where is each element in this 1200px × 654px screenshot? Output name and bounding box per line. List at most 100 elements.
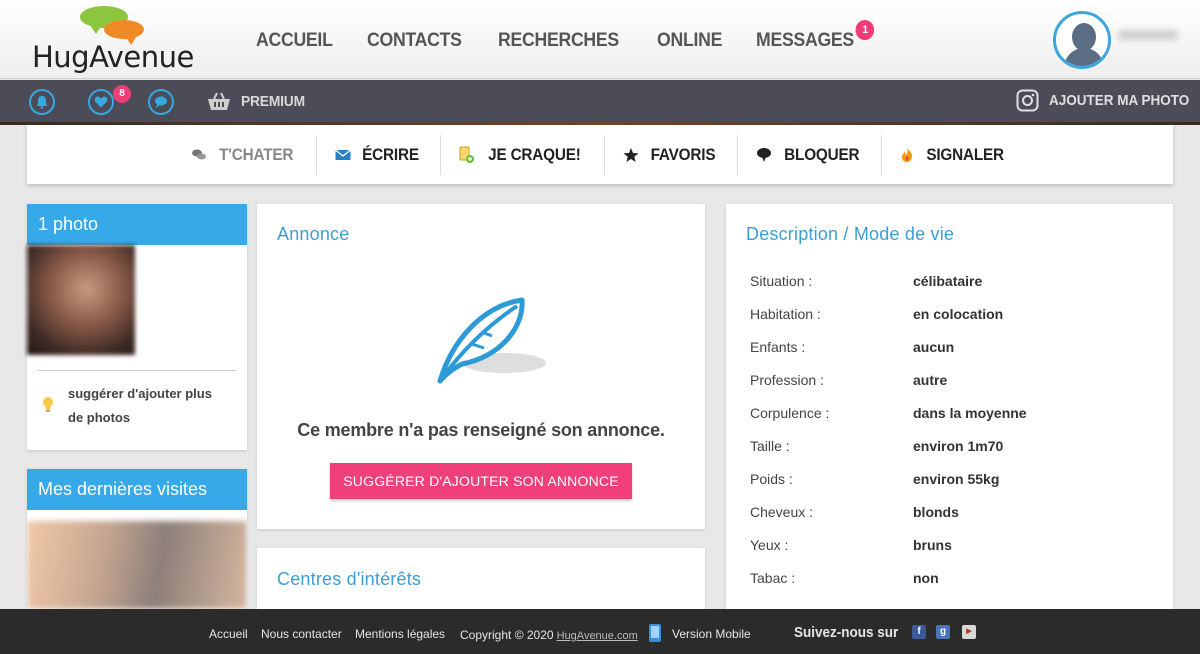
profile-photo-thumbnail[interactable] xyxy=(27,245,135,355)
attribute-value: en colocation xyxy=(913,306,1004,322)
block-icon xyxy=(756,147,771,162)
nav-accueil[interactable]: ACCUEIL xyxy=(256,30,333,52)
nav-recherches[interactable]: RECHERCHES xyxy=(498,30,619,52)
description-title: Description / Mode de vie xyxy=(746,224,955,244)
list-item: Profession : autre xyxy=(750,372,1027,405)
attribute-label: Profession : xyxy=(750,372,824,388)
footer: Accueil Nous contacter Mentions légales … xyxy=(0,609,1200,654)
premium-link[interactable]: PREMIUM xyxy=(207,91,310,111)
attribute-label: Situation : xyxy=(750,273,813,289)
list-item: Tabac : non xyxy=(750,570,1027,603)
mobile-phone-icon xyxy=(649,624,661,642)
write-action-label: ÉCRIRE xyxy=(361,144,419,164)
google-plus-icon[interactable]: g xyxy=(936,625,950,639)
fire-icon xyxy=(902,147,913,162)
recent-visits-title: Mes dernières visites xyxy=(27,469,247,510)
photos-title: 1 photo xyxy=(27,204,247,245)
list-item: Habitation : en colocation xyxy=(750,306,1027,339)
interests-card: Centres d'intérêts xyxy=(257,548,705,609)
list-item: Taille : environ 1m70 xyxy=(750,438,1027,471)
annonce-title: Annonce xyxy=(277,224,350,244)
photos-card: 1 photo suggérer d'ajouter plus de photo… xyxy=(27,204,247,450)
youtube-icon[interactable]: ▶ xyxy=(962,625,976,639)
suggest-annonce-button[interactable]: SUGGÉRER D'AJOUTER SON ANNONCE xyxy=(330,463,632,499)
attribute-label: Yeux : xyxy=(750,537,789,553)
add-photo-label: AJOUTER MA PHOTO xyxy=(1049,92,1190,109)
chat-action-button[interactable]: T'CHATER xyxy=(173,134,317,175)
heart-icon[interactable] xyxy=(88,89,114,115)
envelope-icon xyxy=(334,148,351,160)
attribute-value: autre xyxy=(913,372,948,388)
favorites-badge: 8 xyxy=(113,85,131,103)
recent-visit-thumbnail[interactable] xyxy=(27,521,247,609)
facebook-icon[interactable]: f xyxy=(912,625,926,639)
description-list: Situation : célibataire Habitation : en co… xyxy=(750,273,1027,603)
attribute-value: dans la moyenne xyxy=(913,405,1027,421)
avatar[interactable] xyxy=(1053,11,1111,69)
follow-us-label: Suivez-nous sur xyxy=(794,624,899,641)
footer-contact-link[interactable]: Nous contacter xyxy=(261,627,342,641)
recent-visits-card: Mes dernières visites xyxy=(27,469,247,609)
avatar-body-shape xyxy=(1064,48,1104,66)
list-item: Situation : célibataire xyxy=(750,273,1027,306)
crush-action-label: JE CRAQUE! xyxy=(488,144,581,164)
description-card: Description / Mode de vie Situation : cél… xyxy=(726,204,1173,609)
footer-mobile-link[interactable]: Version Mobile xyxy=(672,627,751,641)
annonce-empty-message: Ce membre n'a pas renseigné son annonce. xyxy=(297,420,665,440)
copyright-text: Copyright © 2020 xyxy=(460,628,554,642)
feather-icon xyxy=(437,297,546,384)
bell-icon[interactable] xyxy=(29,89,55,115)
attribute-label: Enfants : xyxy=(750,339,806,355)
top-header: HugAvenue ACCUEIL CONTACTS RECHERCHES ON… xyxy=(0,0,1200,79)
list-item: Enfants : aucun xyxy=(750,339,1027,372)
divider xyxy=(38,370,236,371)
star-icon xyxy=(623,147,639,162)
nav-online[interactable]: ONLINE xyxy=(657,30,722,52)
add-photo-link[interactable]: AJOUTER MA PHOTO xyxy=(1016,89,1200,112)
attribute-value: célibataire xyxy=(913,273,983,289)
attribute-value: environ 1m70 xyxy=(913,438,1004,454)
list-item: Cheveux : blonds xyxy=(750,504,1027,537)
profile-actions-bar: T'CHATER ÉCRIRE JE CRAQUE! FAVORIS BLOQU… xyxy=(27,125,1173,184)
attribute-label: Cheveux : xyxy=(750,504,814,520)
footer-home-link[interactable]: Accueil xyxy=(209,627,248,641)
nav-messages[interactable]: MESSAGES 1 xyxy=(756,20,875,52)
attribute-value: environ 55kg xyxy=(913,471,1000,487)
avatar-head-shape xyxy=(1072,23,1096,51)
crush-icon xyxy=(459,146,474,163)
logo-text: HugAvenue xyxy=(32,40,194,74)
nav-messages-label: MESSAGES xyxy=(756,30,855,51)
suggest-more-photos-link[interactable]: suggérer d'ajouter plus de photos xyxy=(68,382,228,430)
nav-contacts[interactable]: CONTACTS xyxy=(367,30,462,52)
attribute-label: Taille : xyxy=(750,438,790,454)
report-action-button[interactable]: SIGNALER xyxy=(882,135,1026,175)
footer-legal-link[interactable]: Mentions légales xyxy=(355,627,445,641)
interests-title: Centres d'intérêts xyxy=(277,569,422,589)
attribute-value: bruns xyxy=(913,537,952,553)
attribute-value: non xyxy=(913,570,939,586)
crush-action-button[interactable]: JE CRAQUE! xyxy=(441,134,605,175)
annonce-card: Annonce Ce membre n'a pas renseigné son … xyxy=(257,204,705,529)
attribute-label: Poids : xyxy=(750,471,793,487)
attribute-label: Habitation : xyxy=(750,306,821,322)
attribute-label: Corpulence : xyxy=(750,405,830,421)
list-item: Corpulence : dans la moyenne xyxy=(750,405,1027,438)
favorites-action-button[interactable]: FAVORIS xyxy=(605,134,738,175)
main-nav: ACCUEIL CONTACTS RECHERCHES ONLINE MESSA… xyxy=(256,20,875,52)
copyright-site-link[interactable]: HugAvenue.com xyxy=(557,630,638,642)
username-blurred[interactable] xyxy=(1118,30,1178,40)
basket-icon xyxy=(208,92,230,110)
logo-bubble-orange xyxy=(104,20,144,45)
list-item: Yeux : bruns xyxy=(750,537,1027,570)
attribute-value: aucun xyxy=(913,339,955,355)
footer-copyright: Copyright © 2020 HugAvenue.com xyxy=(460,628,638,642)
chat-bubble-icon[interactable] xyxy=(148,89,174,115)
favorites-action-label: FAVORIS xyxy=(650,144,716,164)
lightbulb-icon xyxy=(43,397,53,412)
logo[interactable]: HugAvenue xyxy=(32,6,207,74)
messages-badge: 1 xyxy=(855,20,875,40)
write-action-button[interactable]: ÉCRIRE xyxy=(317,134,441,175)
list-item: Poids : environ 55kg xyxy=(750,471,1027,504)
block-action-button[interactable]: BLOQUER xyxy=(738,134,883,175)
block-action-label: BLOQUER xyxy=(783,144,860,164)
